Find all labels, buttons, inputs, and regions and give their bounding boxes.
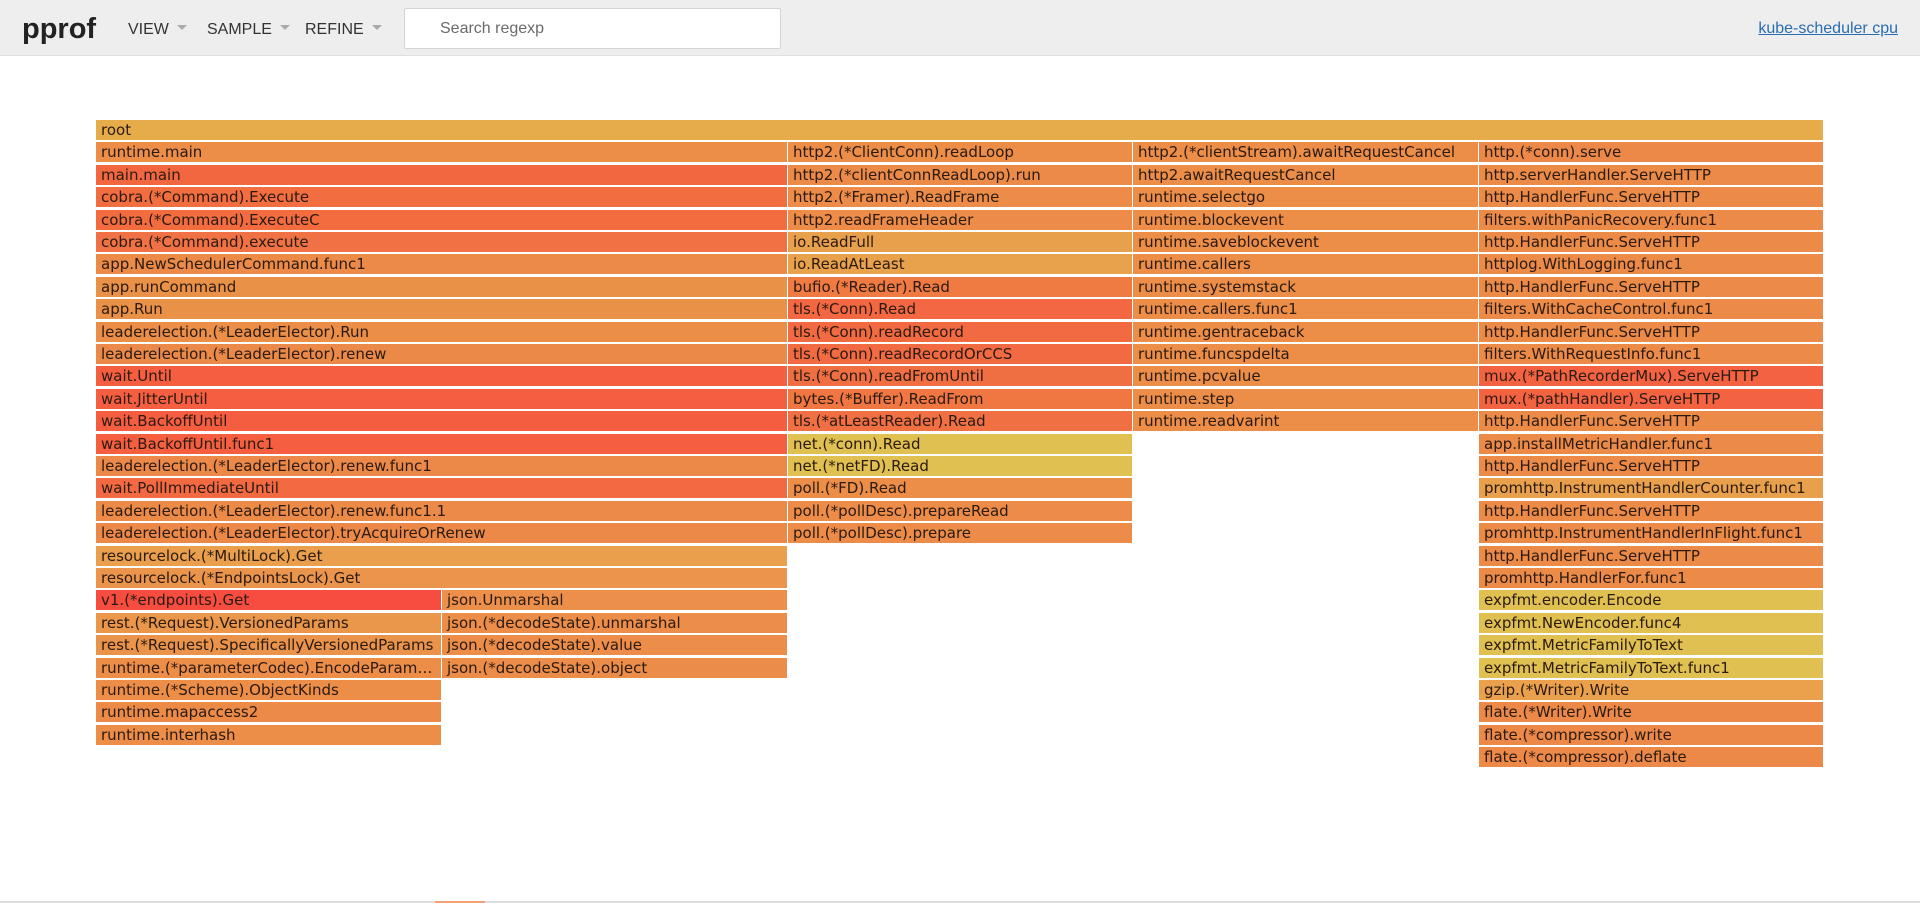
flame-frame[interactable]: http.HandlerFunc.ServeHTTP (1479, 187, 1824, 209)
flame-frame[interactable]: http.HandlerFunc.ServeHTTP (1479, 321, 1824, 343)
flame-frame[interactable]: wait.PollImmediateUntil (96, 478, 788, 500)
flame-frame[interactable]: http2.(*ClientConn).readLoop (788, 142, 1133, 164)
flame-frame[interactable]: http2.readFrameHeader (788, 209, 1133, 231)
flame-frame[interactable]: httplog.WithLogging.func1 (1479, 254, 1824, 276)
flame-frame[interactable]: v1.(*endpoints).Get (96, 590, 442, 612)
flame-frame[interactable]: flate.(*compressor).write (1479, 724, 1824, 746)
flame-frame[interactable]: filters.withPanicRecovery.func1 (1479, 209, 1824, 231)
flame-frame[interactable]: runtime.callers (1133, 254, 1479, 276)
flame-frame[interactable]: promhttp.InstrumentHandlerInFlight.func1 (1479, 523, 1824, 545)
flame-frame[interactable]: http.HandlerFunc.ServeHTTP (1479, 276, 1824, 298)
flame-frame[interactable]: runtime.funcspdelta (1133, 344, 1479, 365)
flame-frame[interactable]: app.installMetricHandler.func1 (1479, 433, 1824, 455)
flame-frame[interactable]: http.HandlerFunc.ServeHTTP (1479, 456, 1824, 477)
flame-frame[interactable]: main.main (96, 164, 788, 186)
flame-frame[interactable]: expfmt.MetricFamilyToText.func1 (1479, 657, 1824, 679)
flame-frame[interactable]: leaderelection.(*LeaderElector).renew (96, 344, 788, 365)
flame-frame[interactable]: flate.(*compressor).deflate (1479, 747, 1824, 769)
flame-frame[interactable]: expfmt.encoder.Encode (1479, 590, 1824, 612)
flame-frame[interactable]: mux.(*pathHandler).ServeHTTP (1479, 388, 1824, 410)
flame-frame[interactable]: wait.BackoffUntil.func1 (96, 433, 788, 455)
flame-frame[interactable]: leaderelection.(*LeaderElector).tryAcqui… (96, 523, 788, 545)
flame-frame[interactable]: app.NewSchedulerCommand.func1 (96, 254, 788, 276)
flame-frame[interactable]: cobra.(*Command).ExecuteC (96, 209, 788, 231)
flame-frame[interactable]: http.HandlerFunc.ServeHTTP (1479, 411, 1824, 433)
flame-frame[interactable]: tls.(*Conn).readRecordOrCCS (788, 344, 1133, 365)
flame-frame[interactable]: promhttp.HandlerFor.func1 (1479, 568, 1824, 589)
flame-frame[interactable]: http.serverHandler.ServeHTTP (1479, 164, 1824, 186)
flame-frame[interactable]: io.ReadAtLeast (788, 254, 1133, 276)
flame-frame[interactable]: tls.(*atLeastReader).Read (788, 411, 1133, 433)
flame-frame[interactable]: runtime.pcvalue (1133, 366, 1479, 388)
flame-frame[interactable]: runtime.systemstack (1133, 276, 1479, 298)
flame-frame[interactable]: wait.JitterUntil (96, 388, 788, 410)
flame-frame[interactable]: rest.(*Request).SpecificallyVersionedPar… (96, 635, 442, 657)
flame-frame[interactable]: http2.(*clientStream).awaitRequestCancel (1133, 142, 1479, 164)
flame-frame[interactable]: runtime.main (96, 142, 788, 164)
flame-frame[interactable]: app.runCommand (96, 276, 788, 298)
flame-graph: root runtime.main main.main cobra.(*Command… (0, 0, 1920, 903)
flame-frame[interactable]: http.(*conn).serve (1479, 142, 1824, 164)
flame-frame[interactable]: json.(*decodeState).object (442, 657, 788, 679)
flame-frame[interactable]: expfmt.MetricFamilyToText (1479, 635, 1824, 657)
flame-frame[interactable]: runtime.interhash (96, 724, 442, 746)
flame-frame[interactable]: wait.Until (96, 366, 788, 388)
flame-frame[interactable]: runtime.(*Scheme).ObjectKinds (96, 680, 442, 701)
flame-frame[interactable]: poll.(*pollDesc).prepare (788, 523, 1133, 545)
flame-frame[interactable]: http2.awaitRequestCancel (1133, 164, 1479, 186)
flame-frame[interactable]: cobra.(*Command).Execute (96, 187, 788, 209)
flame-frame[interactable]: resourcelock.(*EndpointsLock).Get (96, 568, 788, 589)
flame-frame[interactable]: runtime.saveblockevent (1133, 232, 1479, 253)
flame-frame[interactable]: filters.WithCacheControl.func1 (1479, 299, 1824, 321)
flame-frame[interactable]: io.ReadFull (788, 232, 1133, 253)
flame-frame[interactable]: bytes.(*Buffer).ReadFrom (788, 388, 1133, 410)
flame-frame[interactable]: tls.(*Conn).readFromUntil (788, 366, 1133, 388)
flame-frame[interactable]: promhttp.InstrumentHandlerCounter.func1 (1479, 478, 1824, 500)
flame-frame[interactable]: rest.(*Request).VersionedParams (96, 612, 442, 634)
flame-frame[interactable]: gzip.(*Writer).Write (1479, 680, 1824, 701)
flame-frame[interactable]: http2.(*clientConnReadLoop).run (788, 164, 1133, 186)
flame-frame[interactable]: runtime.step (1133, 388, 1479, 410)
flame-frame[interactable]: leaderelection.(*LeaderElector).Run (96, 321, 788, 343)
flame-frame[interactable]: filters.WithRequestInfo.func1 (1479, 344, 1824, 365)
flame-frame[interactable]: json.Unmarshal (442, 590, 788, 612)
flame-frame[interactable]: json.(*decodeState).unmarshal (442, 612, 788, 634)
flame-frame[interactable]: net.(*conn).Read (788, 433, 1133, 455)
flame-frame[interactable]: leaderelection.(*LeaderElector).renew.fu… (96, 456, 788, 477)
flame-frame[interactable]: tls.(*Conn).Read (788, 299, 1133, 321)
flame-frame[interactable]: bufio.(*Reader).Read (788, 276, 1133, 298)
flame-frame[interactable]: http.HandlerFunc.ServeHTTP (1479, 545, 1824, 567)
flame-frame[interactable]: runtime.mapaccess2 (96, 702, 442, 724)
flame-frame[interactable]: runtime.selectgo (1133, 187, 1479, 209)
flame-frame[interactable]: root (96, 120, 1824, 141)
flame-frame[interactable]: net.(*netFD).Read (788, 456, 1133, 477)
flame-frame[interactable]: tls.(*Conn).readRecord (788, 321, 1133, 343)
flame-frame[interactable]: leaderelection.(*LeaderElector).renew.fu… (96, 500, 788, 522)
flame-frame[interactable]: runtime.(*parameterCodec).EncodeParamete… (96, 657, 442, 679)
flame-frame[interactable]: runtime.gentraceback (1133, 321, 1479, 343)
flame-frame[interactable]: expfmt.NewEncoder.func4 (1479, 612, 1824, 634)
flame-frame[interactable]: poll.(*pollDesc).prepareRead (788, 500, 1133, 522)
flame-frame[interactable]: http2.(*Framer).ReadFrame (788, 187, 1133, 209)
flame-frame[interactable]: runtime.blockevent (1133, 209, 1479, 231)
flame-frame[interactable]: cobra.(*Command).execute (96, 232, 788, 253)
flame-frame[interactable]: http.HandlerFunc.ServeHTTP (1479, 500, 1824, 522)
flame-frame[interactable]: app.Run (96, 299, 788, 321)
flame-frame[interactable]: resourcelock.(*MultiLock).Get (96, 545, 788, 567)
flame-frame[interactable]: http.HandlerFunc.ServeHTTP (1479, 232, 1824, 253)
flame-frame[interactable]: runtime.callers.func1 (1133, 299, 1479, 321)
flame-frame[interactable]: json.(*decodeState).value (442, 635, 788, 657)
flame-frame[interactable]: poll.(*FD).Read (788, 478, 1133, 500)
flame-frame[interactable]: mux.(*PathRecorderMux).ServeHTTP (1479, 366, 1824, 388)
flame-frame[interactable]: wait.BackoffUntil (96, 411, 788, 433)
flame-frame[interactable]: flate.(*Writer).Write (1479, 702, 1824, 724)
flame-frame[interactable]: runtime.readvarint (1133, 411, 1479, 433)
